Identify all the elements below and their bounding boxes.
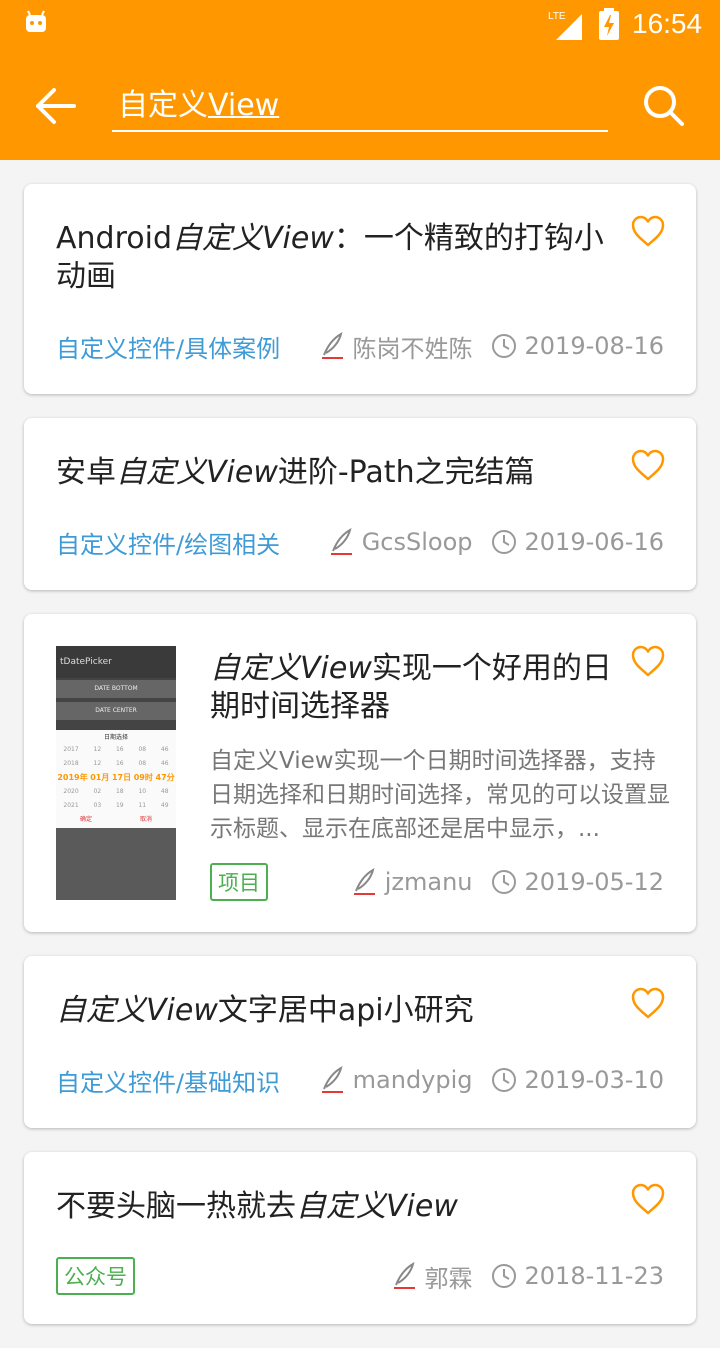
article-author: GcsSloop [328,527,473,557]
network-label: LTE [548,11,566,22]
android-notification-icon [26,10,46,32]
thumbnail-row: 2017 12 16 08 46 [63,746,169,753]
article-author: jzmanu [351,867,473,897]
search-query-prefix: 自定义 [118,88,208,123]
search-input[interactable]: 自定义View [112,80,608,132]
clock-icon [491,530,516,554]
app-bar: LTE 16:54 自定义View [0,0,720,160]
article-author: 陈岗不姓陈 [319,329,473,364]
quill-pen-icon [321,1065,343,1093]
quill-pen-icon [353,867,375,895]
article-meta: 项目 jzmanu 2019-05-12 [210,863,664,901]
article-card[interactable]: Android自定义View：一个精致的打钩小动画 自定义控件/具体案例 陈岗不… [24,184,696,394]
article-date: 2019-06-16 [491,528,664,556]
article-category[interactable]: 自定义控件/绘图相关 [56,525,280,560]
article-title: 安卓自定义View进阶-Path之完结篇 [56,455,535,490]
article-card[interactable]: 安卓自定义View进阶-Path之完结篇 自定义控件/绘图相关 GcsSloop… [24,418,696,590]
quill-pen-icon [393,1261,415,1289]
article-date: 2019-05-12 [491,868,664,896]
clock: 16:54 [632,8,703,39]
article-category[interactable]: 自定义控件/具体案例 [56,329,280,364]
article-title: 自定义View实现一个好用的日期时间选择器 [210,651,612,724]
battery-charging-icon [599,8,619,40]
article-date: 2018-11-23 [491,1262,664,1290]
thumbnail-row: 2021 03 19 11 49 [63,802,169,809]
quill-pen-icon [321,331,343,359]
article-meta: 自定义控件/基础知识 mandypig 2019-03-10 [56,1063,664,1097]
article-card[interactable]: 不要头脑一热就去自定义View 公众号 郭霖 2018-11-23 [24,1152,696,1324]
article-tag[interactable]: 公众号 [56,1257,135,1295]
search-icon[interactable] [640,80,688,132]
thumbnail-row: 2018 12 16 08 46 [63,760,169,767]
favorite-heart-icon[interactable] [630,1182,666,1216]
article-date: 2019-08-16 [491,332,664,360]
article-category[interactable]: 自定义控件/基础知识 [56,1063,280,1098]
article-meta: 自定义控件/绘图相关 GcsSloop 2019-06-16 [56,525,664,559]
thumbnail-row: 2020 02 18 10 48 [63,788,169,795]
favorite-heart-icon[interactable] [630,214,666,248]
favorite-heart-icon[interactable] [630,448,666,482]
search-query-suffix: View [208,88,280,123]
back-arrow-icon[interactable] [30,80,82,132]
favorite-heart-icon[interactable] [630,644,666,678]
favorite-heart-icon[interactable] [630,986,666,1020]
clock-icon [491,1068,516,1092]
article-meta: 自定义控件/具体案例 陈岗不姓陈 2019-08-16 [56,329,664,363]
article-thumbnail: tDatePicker DATE BOTTOM DATE CENTER 日期选择… [56,646,176,900]
article-card[interactable]: tDatePicker DATE BOTTOM DATE CENTER 日期选择… [24,614,696,932]
article-author: mandypig [319,1065,473,1095]
article-title: 自定义View文字居中api小研究 [56,993,474,1028]
article-description: 自定义View实现一个日期时间选择器，支持日期选择和日期时间选择，常见的可以设置… [210,748,670,842]
thumbnail-picker: 日期选择 2017 12 16 08 46 2018 12 16 08 46 2019年 01月 1… [56,730,176,828]
thumbnail-actions: 确定 取消 [79,816,152,823]
thumbnail-app-title: tDatePicker [56,646,176,678]
article-title: Android自定义View：一个精致的打钩小动画 [56,221,604,294]
article-title: 不要头脑一热就去自定义View [56,1189,458,1224]
quill-pen-icon [330,527,352,555]
status-bar: LTE 16:54 [0,0,720,50]
article-tag[interactable]: 项目 [210,863,268,901]
lte-signal-icon: LTE [548,11,582,40]
clock-icon [491,334,516,358]
clock-icon [491,1264,516,1288]
thumbnail-caption: 日期选择 [103,734,128,741]
article-author: 郭霖 [391,1259,473,1294]
clock-icon [491,870,516,894]
thumbnail-button: DATE BOTTOM [56,680,176,698]
article-date: 2019-03-10 [491,1066,664,1094]
article-card[interactable]: 自定义View文字居中api小研究 自定义控件/基础知识 mandypig 20… [24,956,696,1128]
article-meta: 公众号 郭霖 2018-11-23 [56,1257,664,1295]
thumbnail-button: DATE CENTER [56,702,176,720]
article-list: Android自定义View：一个精致的打钩小动画 自定义控件/具体案例 陈岗不… [24,184,696,1348]
thumbnail-row-selected: 2019年 01月 17日 09时 47分 [57,773,175,782]
